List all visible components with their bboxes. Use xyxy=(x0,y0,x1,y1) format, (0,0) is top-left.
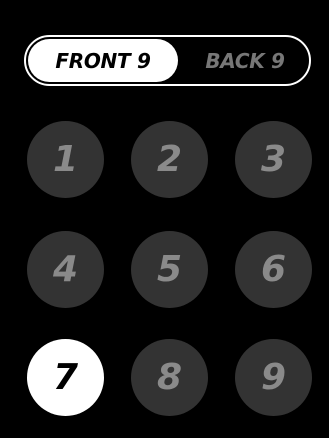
hole-number: 1 xyxy=(52,139,79,180)
hole-1-button[interactable]: 1 xyxy=(27,121,104,198)
nine-selector-toggle: FRONT 9 BACK 9 xyxy=(24,35,311,86)
front-nine-label: FRONT 9 xyxy=(55,48,151,73)
hole-2-button[interactable]: 2 xyxy=(131,121,208,198)
hole-3-button[interactable]: 3 xyxy=(235,121,312,198)
hole-6-button[interactable]: 6 xyxy=(235,231,312,308)
hole-number: 5 xyxy=(156,249,183,290)
hole-number: 6 xyxy=(260,249,287,290)
hole-8-button[interactable]: 8 xyxy=(131,339,208,416)
hole-number: 8 xyxy=(156,357,183,398)
hole-number: 9 xyxy=(260,357,287,398)
hole-4-button[interactable]: 4 xyxy=(27,231,104,308)
hole-7-button[interactable]: 7 xyxy=(27,339,104,416)
hole-number: 7 xyxy=(52,357,79,398)
hole-9-button[interactable]: 9 xyxy=(235,339,312,416)
back-nine-label: BACK 9 xyxy=(205,48,285,73)
hole-number: 2 xyxy=(156,139,183,180)
front-nine-tab[interactable]: FRONT 9 xyxy=(28,39,178,82)
hole-5-button[interactable]: 5 xyxy=(131,231,208,308)
back-nine-tab[interactable]: BACK 9 xyxy=(182,39,308,82)
hole-number: 3 xyxy=(260,139,287,180)
hole-number: 4 xyxy=(52,249,79,290)
